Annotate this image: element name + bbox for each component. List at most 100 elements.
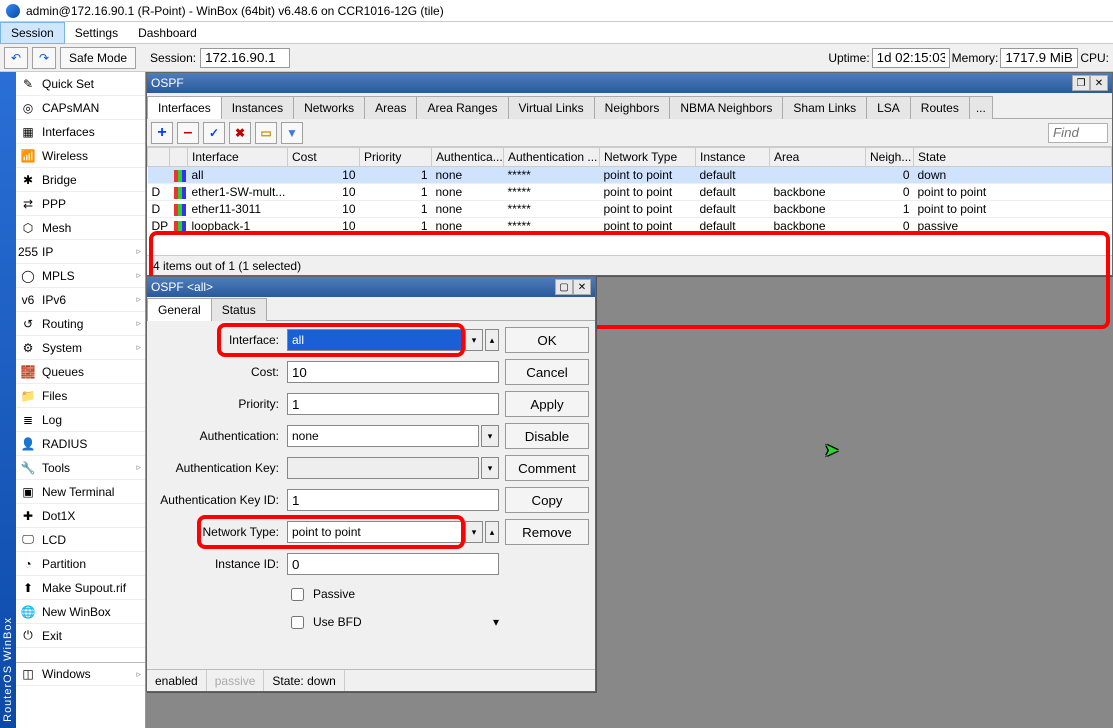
sidebar-item-routing[interactable]: ↺Routing▹ <box>16 312 145 336</box>
sidebar-item-quick-set[interactable]: ✎Quick Set <box>16 72 145 96</box>
ospf-restore-icon[interactable]: ❐ <box>1072 75 1090 91</box>
remove-button[interactable]: Remove <box>505 519 589 545</box>
sidebar-item-ppp[interactable]: ⇄PPP <box>16 192 145 216</box>
ntype-field[interactable]: point to point <box>287 521 463 543</box>
tab-virtual-links[interactable]: Virtual Links <box>508 96 595 119</box>
sidebar-label: Wireless <box>42 149 88 163</box>
tab-lsa[interactable]: LSA <box>866 96 911 119</box>
tab-neighbors[interactable]: Neighbors <box>594 96 671 119</box>
sidebar-item-bridge[interactable]: ✱Bridge <box>16 168 145 192</box>
sidebar-item-interfaces[interactable]: ▦Interfaces <box>16 120 145 144</box>
col-header[interactable] <box>148 148 170 167</box>
sidebar-item-radius[interactable]: 👤RADIUS <box>16 432 145 456</box>
disable-button[interactable]: ✖ <box>229 122 251 144</box>
sidebar-item-lcd[interactable]: 🖵LCD <box>16 528 145 552</box>
sidebar-item-windows[interactable]: ◫Windows▹ <box>16 662 145 686</box>
col-header[interactable]: State <box>914 148 1112 167</box>
sidebar-item-wireless[interactable]: 📶Wireless <box>16 144 145 168</box>
tab-area-ranges[interactable]: Area Ranges <box>416 96 508 119</box>
tab-routes[interactable]: Routes <box>910 96 970 119</box>
dlg-close-icon[interactable]: ✕ <box>573 279 591 295</box>
tab-instances[interactable]: Instances <box>221 96 294 119</box>
memory-label: Memory: <box>952 51 999 65</box>
table-row[interactable]: all101none*****point to pointdefault0dow… <box>148 167 1112 184</box>
comment-button[interactable]: Comment <box>505 455 589 481</box>
tab--[interactable]: ... <box>969 96 993 119</box>
scroll-down-icon[interactable]: ▾ <box>493 615 499 629</box>
interface-up-icon[interactable]: ▴ <box>485 329 499 351</box>
redo-button[interactable]: ↷ <box>32 47 56 69</box>
tab-areas[interactable]: Areas <box>364 96 417 119</box>
col-header[interactable]: Area <box>770 148 866 167</box>
auth-dd-icon[interactable]: ▾ <box>481 425 499 447</box>
ospf-close-icon[interactable]: ✕ <box>1090 75 1108 91</box>
copy-button[interactable]: Copy <box>505 487 589 513</box>
col-header[interactable]: Neigh... <box>866 148 914 167</box>
cancel-button[interactable]: Cancel <box>505 359 589 385</box>
sidebar-item-log[interactable]: ≣Log <box>16 408 145 432</box>
sidebar-item-exit[interactable]: ⏻Exit <box>16 624 145 648</box>
sidebar-item-ipv6[interactable]: v6IPv6▹ <box>16 288 145 312</box>
ospf-table[interactable]: InterfaceCostPriorityAuthentica...Authen… <box>147 147 1112 235</box>
disable-button[interactable]: Disable <box>505 423 589 449</box>
dlg-tab-status[interactable]: Status <box>211 298 267 321</box>
sidebar-icon: ▣ <box>20 484 36 500</box>
col-header[interactable] <box>170 148 188 167</box>
filter-button[interactable]: ▼ <box>281 122 303 144</box>
authkey-field[interactable] <box>287 457 479 479</box>
sidebar-item-capsman[interactable]: ◎CAPsMAN <box>16 96 145 120</box>
sidebar-item-new-terminal[interactable]: ▣New Terminal <box>16 480 145 504</box>
find-input[interactable] <box>1048 123 1108 143</box>
safe-mode-button[interactable]: Safe Mode <box>60 47 136 69</box>
ntype-up-icon[interactable]: ▴ <box>485 521 499 543</box>
apply-button[interactable]: Apply <box>505 391 589 417</box>
col-header[interactable]: Authentication ... <box>504 148 600 167</box>
instid-field[interactable] <box>287 553 499 575</box>
add-button[interactable]: + <box>151 122 173 144</box>
tab-networks[interactable]: Networks <box>293 96 365 119</box>
interface-dd-icon[interactable]: ▾ <box>465 329 483 351</box>
table-row[interactable]: DPloopback-1101none*****point to pointde… <box>148 218 1112 235</box>
col-header[interactable]: Instance <box>696 148 770 167</box>
ntype-dd-icon[interactable]: ▾ <box>465 521 483 543</box>
dlg-min-icon[interactable]: ▢ <box>555 279 573 295</box>
authkeyid-field[interactable] <box>287 489 499 511</box>
priority-field[interactable] <box>287 393 499 415</box>
cost-field[interactable] <box>287 361 499 383</box>
dlg-tab-general[interactable]: General <box>147 298 212 321</box>
sidebar-item-system[interactable]: ⚙System▹ <box>16 336 145 360</box>
menu-session[interactable]: Session <box>0 22 65 44</box>
table-row[interactable]: Dether1-SW-mult...101none*****point to p… <box>148 184 1112 201</box>
sidebar-item-mesh[interactable]: ⬡Mesh <box>16 216 145 240</box>
tab-sham-links[interactable]: Sham Links <box>782 96 867 119</box>
tab-nbma-neighbors[interactable]: NBMA Neighbors <box>669 96 783 119</box>
menu-dashboard[interactable]: Dashboard <box>128 23 207 43</box>
comment-button[interactable]: ▭ <box>255 122 277 144</box>
col-header[interactable]: Cost <box>288 148 360 167</box>
usebfd-checkbox[interactable] <box>291 616 304 629</box>
col-header[interactable]: Interface <box>188 148 288 167</box>
tab-interfaces[interactable]: Interfaces <box>147 96 222 119</box>
col-header[interactable]: Network Type <box>600 148 696 167</box>
auth-field[interactable]: none <box>287 425 479 447</box>
col-header[interactable]: Authentica... <box>432 148 504 167</box>
sidebar-item-ip[interactable]: 255IP▹ <box>16 240 145 264</box>
enable-button[interactable]: ✓ <box>203 122 225 144</box>
interface-field[interactable]: all <box>287 329 463 351</box>
sidebar-item-make-supout.rif[interactable]: ⬆Make Supout.rif <box>16 576 145 600</box>
sidebar-item-files[interactable]: 📁Files <box>16 384 145 408</box>
sidebar-item-queues[interactable]: 🧱Queues <box>16 360 145 384</box>
sidebar-item-tools[interactable]: 🔧Tools▹ <box>16 456 145 480</box>
sidebar-item-mpls[interactable]: ◯MPLS▹ <box>16 264 145 288</box>
ok-button[interactable]: OK <box>505 327 589 353</box>
undo-button[interactable]: ↶ <box>4 47 28 69</box>
sidebar-item-new-winbox[interactable]: 🌐New WinBox <box>16 600 145 624</box>
remove-button[interactable]: – <box>177 122 199 144</box>
table-row[interactable]: Dether11-3011101none*****point to pointd… <box>148 201 1112 218</box>
menu-settings[interactable]: Settings <box>65 23 128 43</box>
authkey-dd-icon[interactable]: ▾ <box>481 457 499 479</box>
col-header[interactable]: Priority <box>360 148 432 167</box>
sidebar-item-partition[interactable]: ◔Partition <box>16 552 145 576</box>
passive-checkbox[interactable] <box>291 588 304 601</box>
sidebar-item-dot1x[interactable]: ✚Dot1X <box>16 504 145 528</box>
